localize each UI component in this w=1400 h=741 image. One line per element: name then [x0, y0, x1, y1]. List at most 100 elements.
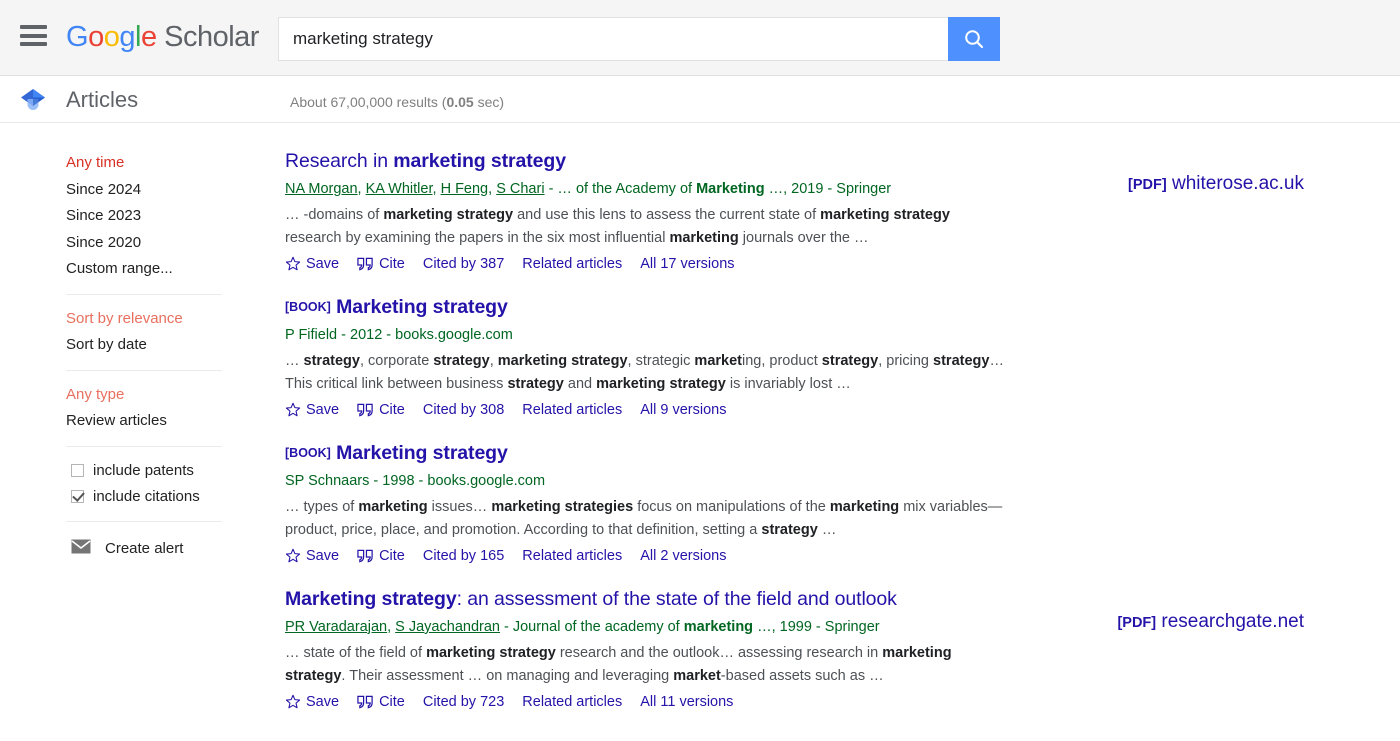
hamburger-menu-icon[interactable]	[20, 25, 47, 46]
checkbox-row-0[interactable]: include patents	[71, 458, 285, 484]
result-actions-3: Save Cite Cited by 723 Related articles All …	[285, 694, 1025, 710]
related-articles-link[interactable]: Related articles	[522, 402, 622, 418]
author-link[interactable]: S Jayachandran	[395, 619, 500, 635]
quote-icon	[357, 403, 374, 418]
quote-icon	[357, 257, 374, 272]
google-scholar-logo[interactable]: Google Scholar	[66, 19, 259, 55]
create-alert-label: Create alert	[105, 539, 184, 557]
sort-filter-0[interactable]: Sort by relevance	[66, 306, 285, 333]
results-list: Research in marketing strategy NA Morgan,…	[285, 123, 1025, 732]
sidebar-divider-4	[66, 520, 222, 522]
checkbox-checked-icon[interactable]	[71, 490, 84, 503]
result-title-1[interactable]: [BOOK] Marketing strategy	[285, 294, 1025, 321]
result-snippet-0: … -domains of marketing strategy and use…	[285, 207, 950, 246]
result-title-3[interactable]: Marketing strategy: an assessment of the…	[285, 586, 1025, 613]
result-title-2[interactable]: [BOOK] Marketing strategy	[285, 440, 1025, 467]
result-snippet-1: … strategy, corporate strategy, marketin…	[285, 353, 1004, 392]
type-filter-group: Any type Review articles	[0, 382, 285, 435]
save-button[interactable]: Save	[285, 402, 339, 418]
alert-group: Create alert	[0, 533, 285, 558]
result-title-0[interactable]: Research in marketing strategy	[285, 148, 1025, 175]
author-link[interactable]: S Chari	[496, 181, 544, 197]
sidebar-divider-2	[66, 369, 222, 371]
all-versions-link[interactable]: All 17 versions	[640, 256, 734, 272]
results-count: About 67,00,000 results (0.05 sec)	[290, 92, 504, 112]
result-item: Research in marketing strategy NA Morgan,…	[285, 148, 1025, 272]
all-versions-link[interactable]: All 2 versions	[640, 548, 726, 564]
sidebar-divider-3	[66, 445, 222, 447]
author-link[interactable]: H Feng	[441, 181, 489, 197]
search-button[interactable]	[948, 17, 1000, 61]
cited-by-link[interactable]: Cited by 723	[423, 694, 504, 710]
pdf-tag: [PDF]	[1117, 615, 1157, 631]
sub-header: Articles About 67,00,000 results (0.05 s…	[0, 76, 1400, 123]
result-actions-0: Save Cite Cited by 387 Related articles All …	[285, 256, 1025, 272]
results-suffix: sec)	[473, 94, 505, 110]
result-snippet-3: … state of the field of marketing strate…	[285, 645, 952, 684]
search-input[interactable]	[278, 17, 948, 61]
cited-by-link[interactable]: Cited by 165	[423, 548, 504, 564]
quote-icon	[357, 549, 374, 564]
checkbox-label-0: include patents	[93, 461, 194, 479]
sidebar: Any time Since 2024 Since 2023 Since 2020 Cu…	[0, 123, 285, 558]
result-actions-1: Save Cite Cited by 308 Related articles All …	[285, 402, 1025, 418]
time-filter-3[interactable]: Since 2020	[66, 230, 285, 257]
pdf-tag: [PDF]	[1128, 177, 1167, 193]
result-actions-2: Save Cite Cited by 165 Related articles All …	[285, 548, 1025, 564]
time-filter-4[interactable]: Custom range...	[66, 256, 285, 283]
time-filter-0[interactable]: Any time	[66, 150, 285, 177]
save-button[interactable]: Save	[285, 256, 339, 272]
results-time: 0.05	[446, 94, 474, 110]
star-icon	[285, 402, 301, 418]
star-icon	[285, 256, 301, 272]
result-item: [BOOK] Marketing strategy P Fifield - 201…	[285, 294, 1025, 418]
search-icon	[965, 30, 984, 49]
pdf-link-0[interactable]: [PDF] whiterose.ac.uk	[1128, 173, 1304, 195]
pdf-link-3[interactable]: [PDF] researchgate.net	[1117, 611, 1304, 633]
sidebar-divider-1	[66, 293, 222, 295]
checkbox-unchecked-icon[interactable]	[71, 464, 84, 477]
sort-filter-group: Sort by relevance Sort by date	[0, 306, 285, 359]
pdf-links-column: [PDF] whiterose.ac.uk [PDF] researchgate.…	[1025, 123, 1400, 632]
time-filter-group: Any time Since 2024 Since 2023 Since 2020 Cu…	[0, 150, 285, 283]
type-filter-1[interactable]: Review articles	[66, 408, 285, 435]
related-articles-link[interactable]: Related articles	[522, 548, 622, 564]
top-header: Google Scholar	[0, 0, 1400, 76]
star-icon	[285, 694, 301, 710]
cite-button[interactable]: Cite	[357, 548, 405, 564]
author-link[interactable]: NA Morgan	[285, 181, 358, 197]
book-tag: [BOOK]	[285, 300, 331, 314]
checkbox-label-1: include citations	[93, 487, 200, 505]
all-versions-link[interactable]: All 11 versions	[640, 694, 733, 710]
cited-by-link[interactable]: Cited by 387	[423, 256, 504, 272]
result-meta-2: SP Schnaars - 1998 - books.google.com	[285, 473, 546, 489]
cite-button[interactable]: Cite	[357, 256, 405, 272]
all-versions-link[interactable]: All 9 versions	[640, 402, 726, 418]
time-filter-2[interactable]: Since 2023	[66, 203, 285, 230]
result-meta-3: PR Varadarajan, S Jayachandran - Journal…	[285, 619, 880, 635]
scholar-cap-icon	[18, 85, 48, 120]
save-button[interactable]: Save	[285, 548, 339, 564]
results-prefix: About 67,00,000 results (	[290, 94, 447, 110]
author-link[interactable]: KA Whitler	[366, 181, 433, 197]
create-alert-button[interactable]: Create alert	[71, 539, 285, 558]
page-title: Articles	[66, 87, 139, 112]
cited-by-link[interactable]: Cited by 308	[423, 402, 504, 418]
sort-filter-1[interactable]: Sort by date	[66, 332, 285, 359]
cite-button[interactable]: Cite	[357, 402, 405, 418]
checkbox-group: include patents include citations	[0, 458, 285, 510]
star-icon	[285, 548, 301, 564]
result-meta-0: NA Morgan, KA Whitler, H Feng, S Chari -…	[285, 181, 892, 197]
type-filter-0[interactable]: Any type	[66, 382, 285, 409]
pdf-domain: whiterose.ac.uk	[1171, 173, 1304, 194]
checkbox-row-1[interactable]: include citations	[71, 484, 285, 510]
result-snippet-2: … types of marketing issues… marketing s…	[285, 499, 1003, 538]
author-link[interactable]: PR Varadarajan	[285, 619, 387, 635]
result-item: [BOOK] Marketing strategy SP Schnaars - 1…	[285, 440, 1025, 564]
result-item: Marketing strategy: an assessment of the…	[285, 586, 1025, 710]
time-filter-1[interactable]: Since 2024	[66, 177, 285, 204]
cite-button[interactable]: Cite	[357, 694, 405, 710]
related-articles-link[interactable]: Related articles	[522, 694, 622, 710]
save-button[interactable]: Save	[285, 694, 339, 710]
related-articles-link[interactable]: Related articles	[522, 256, 622, 272]
